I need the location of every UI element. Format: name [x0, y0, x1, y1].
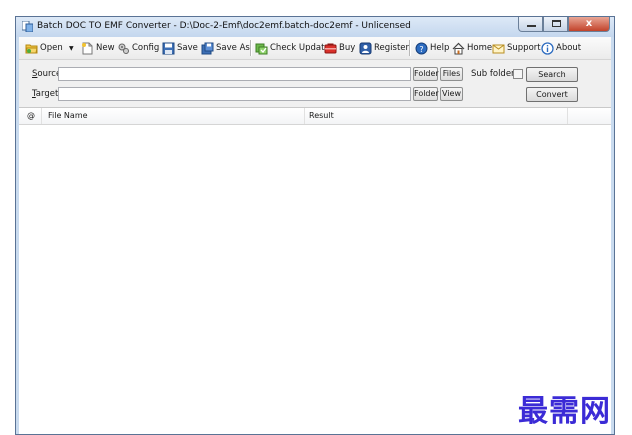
source-files-button[interactable]: Files	[440, 67, 463, 81]
file-list-header: @ File Name Result	[19, 108, 611, 125]
maximize-icon	[552, 20, 561, 27]
toolbar-open-label: Open	[40, 43, 63, 53]
open-dropdown-icon[interactable]: ▼	[69, 40, 74, 56]
source-folder-button[interactable]: Folder	[413, 67, 439, 81]
title-bar[interactable]: Batch DOC TO EMF Converter - D:\Doc-2-Em…	[16, 17, 614, 37]
toolbar-save-button[interactable]: Save	[162, 40, 198, 56]
target-label: Target	[32, 89, 58, 99]
client-area: Open ▼ New Config Save Save As Check Upd…	[19, 37, 611, 434]
app-icon	[22, 21, 33, 32]
toolbar: Open ▼ New Config Save Save As Check Upd…	[19, 37, 611, 60]
source-label: Source	[32, 69, 61, 79]
target-view-button[interactable]: View	[440, 87, 463, 101]
help-icon: ?	[415, 42, 428, 54]
toolbar-new-button[interactable]: New	[81, 40, 115, 56]
column-divider	[304, 108, 305, 124]
check-update-icon	[255, 43, 268, 54]
window-controls: x	[518, 17, 610, 33]
svg-text:?: ?	[419, 45, 423, 54]
toolbar-separator	[409, 40, 411, 56]
target-folder-button[interactable]: Folder	[413, 87, 439, 101]
file-list[interactable]: @ File Name Result	[19, 107, 611, 434]
column-divider	[567, 108, 568, 124]
about-icon	[541, 41, 554, 55]
toolbar-help-label: Help	[430, 43, 450, 53]
close-button[interactable]: x	[568, 17, 610, 32]
toolbar-separator	[250, 40, 252, 56]
convert-button[interactable]: Convert	[526, 87, 578, 102]
toolbar-help-button[interactable]: ? Help	[415, 40, 449, 56]
toolbar-check-update-label: Check Update	[270, 43, 330, 53]
new-file-icon	[82, 42, 93, 54]
toolbar-open-button[interactable]: Open	[25, 40, 63, 56]
column-file-name[interactable]: File Name	[48, 108, 88, 124]
column-result[interactable]: Result	[309, 108, 334, 124]
toolbar-home-button[interactable]: Home	[452, 40, 492, 56]
column-divider	[41, 108, 42, 124]
toolbar-register-button[interactable]: Register	[359, 40, 409, 56]
toolbar-home-label: Home	[467, 43, 493, 53]
toolbar-config-button[interactable]: Config	[117, 40, 159, 56]
target-input[interactable]	[58, 87, 411, 101]
close-icon: x	[585, 18, 593, 29]
toolbar-support-button[interactable]: Support	[492, 40, 541, 56]
subfolders-checkbox[interactable]	[513, 69, 523, 79]
toolbar-config-label: Config	[132, 43, 160, 53]
toolbar-buy-label: Buy	[339, 43, 356, 53]
toolbar-register-label: Register	[374, 43, 409, 53]
buy-cart-icon	[324, 43, 337, 53]
toolbar-new-label: New	[96, 43, 115, 53]
toolbar-save-label: Save	[177, 43, 198, 53]
watermark-logo: 最需网	[518, 394, 611, 429]
toolbar-support-label: Support	[507, 43, 541, 53]
open-folder-icon	[25, 44, 38, 53]
save-disk-icon	[162, 42, 175, 54]
path-form: Source Folder Files Sub folders Search T…	[19, 60, 611, 106]
minimize-button[interactable]	[518, 17, 543, 32]
toolbar-save-as-button[interactable]: Save As	[201, 40, 250, 56]
toolbar-buy-button[interactable]: Buy	[324, 40, 355, 56]
home-icon	[452, 42, 465, 54]
config-gears-icon	[118, 43, 129, 54]
search-button[interactable]: Search	[526, 67, 578, 82]
register-icon	[359, 42, 372, 54]
window-title: Batch DOC TO EMF Converter - D:\Doc-2-Em…	[37, 21, 411, 31]
toolbar-about-button[interactable]: About	[541, 40, 581, 56]
app-window: Batch DOC TO EMF Converter - D:\Doc-2-Em…	[15, 16, 615, 435]
column-status[interactable]: @	[27, 108, 35, 124]
save-as-icon	[201, 42, 214, 54]
subfolders-label: Sub folders	[471, 69, 519, 79]
target-label-text: arget	[35, 89, 59, 99]
minimize-icon	[527, 25, 536, 27]
source-input[interactable]	[58, 67, 411, 81]
toolbar-about-label: About	[556, 43, 582, 53]
support-icon	[492, 44, 505, 53]
toolbar-save-as-label: Save As	[216, 43, 250, 53]
maximize-button[interactable]	[543, 17, 568, 32]
toolbar-check-update-button[interactable]: Check Update	[255, 40, 330, 56]
